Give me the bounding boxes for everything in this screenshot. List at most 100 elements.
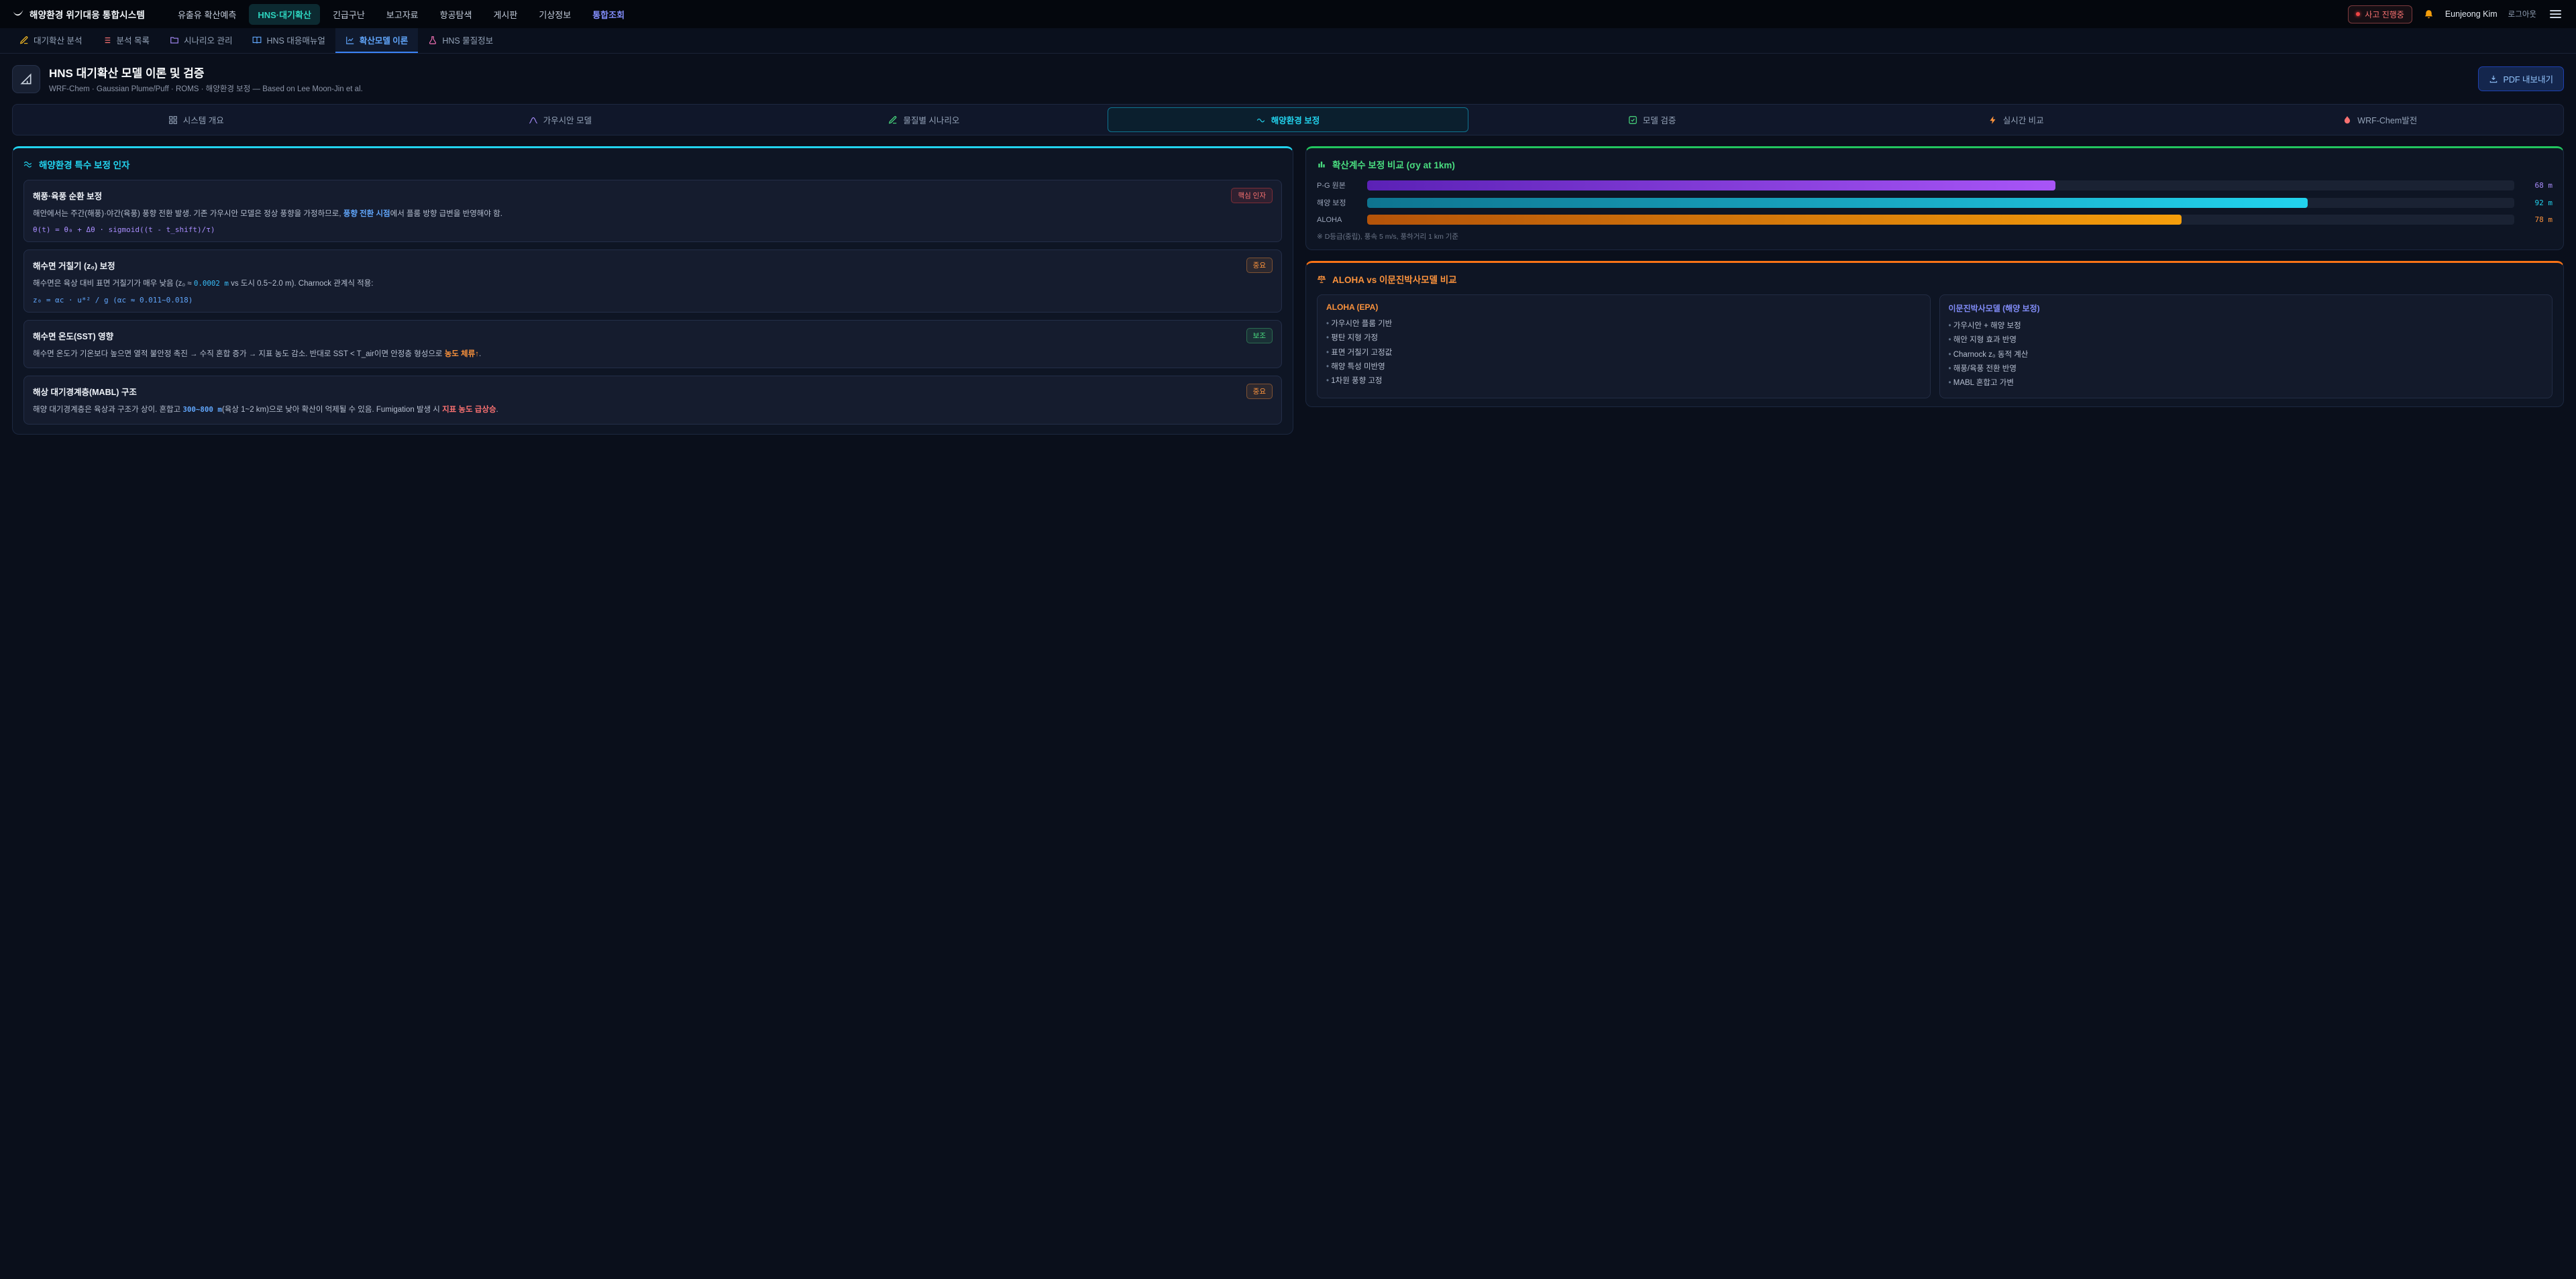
nav-item-hns-atmospheric[interactable]: HNS·대기확산 (249, 4, 320, 25)
factor-body: 해양 대기경계층은 육상과 구조가 상이. 혼합고 300~800 m(육상 1… (33, 404, 1273, 416)
main-content: 해양환경 특수 보정 인자 해풍·육풍 순환 보정 핵심 인자 해안에서는 주간… (0, 146, 2576, 451)
page-header: HNS 대기확산 모델 이론 및 검증 WRF-Chem · Gaussian … (0, 54, 2576, 101)
subtab-scenario-management[interactable]: 시나리오 관리 (160, 28, 242, 53)
subtab-label: HNS 대응매뉴얼 (266, 34, 325, 46)
flame-icon (2343, 115, 2352, 125)
factor-badge: 중요 (1246, 384, 1273, 399)
marine-correction-factors-card: 해양환경 특수 보정 인자 해풍·육풍 순환 보정 핵심 인자 해안에서는 주간… (12, 146, 1293, 435)
pdf-export-label: PDF 내보내기 (2504, 72, 2553, 85)
app-root: 해양환경 위기대응 통합시스템 유출유 확산예측 HNS·대기확산 긴급구난 보… (0, 0, 2576, 639)
list-item: Charnock z₀ 동적 계산 (1949, 348, 2544, 362)
view-tab-bar: 시스템 개요 가우시안 모델 물질별 시나리오 해양환경 보정 모델 검증 실시… (12, 104, 2564, 135)
view-tab-label: 해양환경 보정 (1271, 113, 1320, 126)
grid-icon (168, 115, 178, 125)
list-item: 표면 거칠기 고정값 (1326, 346, 1921, 360)
notification-bell-icon[interactable] (2423, 9, 2434, 20)
wing-logo-icon (12, 8, 24, 20)
hamburger-menu-icon[interactable] (2547, 7, 2564, 21)
bar-row-marine-corrected: 해양 보정 92 m (1317, 197, 2553, 208)
bar-value: 68 m (2522, 181, 2553, 190)
nav-item-integrated-search[interactable]: 통합조회 (584, 4, 633, 25)
page-title: HNS 대기확산 모델 이론 및 검증 (49, 64, 363, 80)
tab-model-validation[interactable]: 모델 검증 (1471, 107, 1833, 132)
pdf-export-button[interactable]: PDF 내보내기 (2478, 66, 2564, 91)
bar-fill (1367, 198, 2308, 208)
lightning-bolt-icon (1988, 115, 1998, 125)
bar-fill (1367, 215, 2182, 225)
factor-sea-land-breeze: 해풍·육풍 순환 보정 핵심 인자 해안에서는 주간(해풍)·야간(육풍) 풍향… (23, 180, 1282, 242)
view-tab-label: 가우시안 모델 (543, 113, 592, 126)
nav-item-emergency-rescue[interactable]: 긴급구난 (324, 4, 374, 25)
list-item: 해안 지형 효과 반영 (1949, 333, 2544, 347)
factor-formula: z₀ = αc · u*² / g (αc ≈ 0.011~0.018) (33, 296, 1273, 304)
dispersion-coefficient-chart-card: 확산계수 보정 비교 (σy at 1km) P-G 원본 68 m 해양 보정… (1305, 146, 2564, 250)
incident-badge-label: 사고 진행중 (2365, 9, 2404, 20)
factor-badge: 보조 (1246, 328, 1273, 343)
main-nav: 유출유 확산예측 HNS·대기확산 긴급구난 보고자료 항공탐색 게시판 기상정… (169, 4, 633, 25)
factor-badge: 핵심 인자 (1231, 188, 1273, 203)
view-tab-label: 모델 검증 (1643, 113, 1676, 126)
brand[interactable]: 해양환경 위기대응 통합시스템 (12, 7, 145, 21)
factor-sea-surface-roughness: 해수면 거칠기 (z₀) 보정 중요 해수면은 육상 대비 표면 거칠기가 매우… (23, 249, 1282, 312)
factor-body: 해수면은 육상 대비 표면 거칠기가 매우 낮음 (z₀ ≈ 0.0002 m … (33, 278, 1273, 290)
bar-track (1367, 180, 2514, 190)
subtab-atmospheric-analysis[interactable]: 대기확산 분석 (9, 28, 92, 53)
incident-status-badge[interactable]: 사고 진행중 (2348, 5, 2412, 23)
nav-item-reports[interactable]: 보고자료 (378, 4, 427, 25)
wave-icon (23, 160, 33, 169)
gaussian-curve-icon (529, 115, 538, 125)
bar-track (1367, 198, 2514, 208)
factor-sst-effect: 해수면 온도(SST) 영향 보조 해수면 온도가 기온보다 높으면 열적 불안… (23, 320, 1282, 368)
view-tab-label: 실시간 비교 (2003, 113, 2044, 126)
incident-dot-icon (2356, 12, 2360, 16)
factor-title: 해풍·육풍 순환 보정 (33, 189, 102, 202)
panel-aloha: ALOHA (EPA) 가우시안 플룸 기반 평탄 지형 가정 표면 거칠기 고… (1317, 294, 1931, 398)
list-item: 해양 특성 미반영 (1326, 360, 1921, 374)
bar-fill (1367, 180, 2055, 190)
tab-wrf-chem[interactable]: WRF-Chem발전 (2199, 107, 2561, 132)
tab-gaussian-model[interactable]: 가우시안 모델 (380, 107, 741, 132)
tab-realtime-comparison[interactable]: 실시간 비교 (1835, 107, 2197, 132)
bar-label: ALOHA (1317, 216, 1360, 224)
book-icon (252, 36, 262, 45)
set-square-ruler-icon (12, 65, 40, 93)
card-title-text: 해양환경 특수 보정 인자 (39, 158, 129, 171)
subtab-label: 시나리오 관리 (184, 34, 232, 46)
scale-icon (1317, 274, 1326, 284)
panel-lee-model: 이문진박사모델 (해양 보정) 가우시안 + 해양 보정 해안 지형 효과 반영… (1939, 294, 2553, 398)
top-navbar: 해양환경 위기대응 통합시스템 유출유 확산예측 HNS·대기확산 긴급구난 보… (0, 0, 2576, 28)
tab-system-overview[interactable]: 시스템 개요 (15, 107, 377, 132)
subtab-label: 분석 목록 (116, 34, 149, 46)
nav-item-weather[interactable]: 기상정보 (530, 4, 580, 25)
factor-formula: θ(t) = θ₀ + Δθ · sigmoid((t - t_shift)/τ… (33, 225, 1273, 234)
bar-chart-icon (1317, 160, 1326, 169)
user-name: Eunjeong Kim (2445, 9, 2498, 19)
nav-item-aerial-search[interactable]: 항공탐색 (431, 4, 481, 25)
factor-title: 해상 대기경계층(MABL) 구조 (33, 385, 137, 398)
right-column: 확산계수 보정 비교 (σy at 1km) P-G 원본 68 m 해양 보정… (1305, 146, 2564, 407)
bar-value: 78 m (2522, 215, 2553, 224)
factor-title: 해수면 거칠기 (z₀) 보정 (33, 259, 115, 272)
subtab-hns-substance-info[interactable]: HNS 물질정보 (418, 28, 503, 53)
chart-line-icon (345, 36, 355, 45)
pencil-icon (19, 36, 29, 45)
nav-item-board[interactable]: 게시판 (484, 4, 526, 25)
bar-value: 92 m (2522, 199, 2553, 207)
tab-marine-correction[interactable]: 해양환경 보정 (1108, 107, 1469, 132)
list-item: MABL 혼합고 가변 (1949, 376, 2544, 390)
sub-navigation: 대기확산 분석 분석 목록 시나리오 관리 HNS 대응매뉴얼 확산모델 이론 … (0, 28, 2576, 54)
subtab-dispersion-theory[interactable]: 확산모델 이론 (335, 28, 418, 53)
tab-substance-scenarios[interactable]: 물질별 시나리오 (743, 107, 1105, 132)
pencil-icon (888, 115, 898, 125)
subtab-hns-manual[interactable]: HNS 대응매뉴얼 (242, 28, 335, 53)
card-title-text: ALOHA vs 이문진박사모델 비교 (1332, 272, 1457, 286)
factor-title: 해수면 온도(SST) 영향 (33, 329, 113, 342)
flask-icon (428, 36, 437, 45)
panel-header: ALOHA (EPA) (1326, 302, 1921, 312)
subtab-label: 대기확산 분석 (34, 34, 82, 46)
logout-button[interactable]: 로그아웃 (2508, 9, 2536, 19)
subtab-analysis-list[interactable]: 분석 목록 (92, 28, 159, 53)
nav-item-oil-dispersion[interactable]: 유출유 확산예측 (169, 4, 245, 25)
panel-header: 이문진박사모델 (해양 보정) (1949, 302, 2544, 314)
list-item: 해풍/육풍 전환 반영 (1949, 362, 2544, 376)
